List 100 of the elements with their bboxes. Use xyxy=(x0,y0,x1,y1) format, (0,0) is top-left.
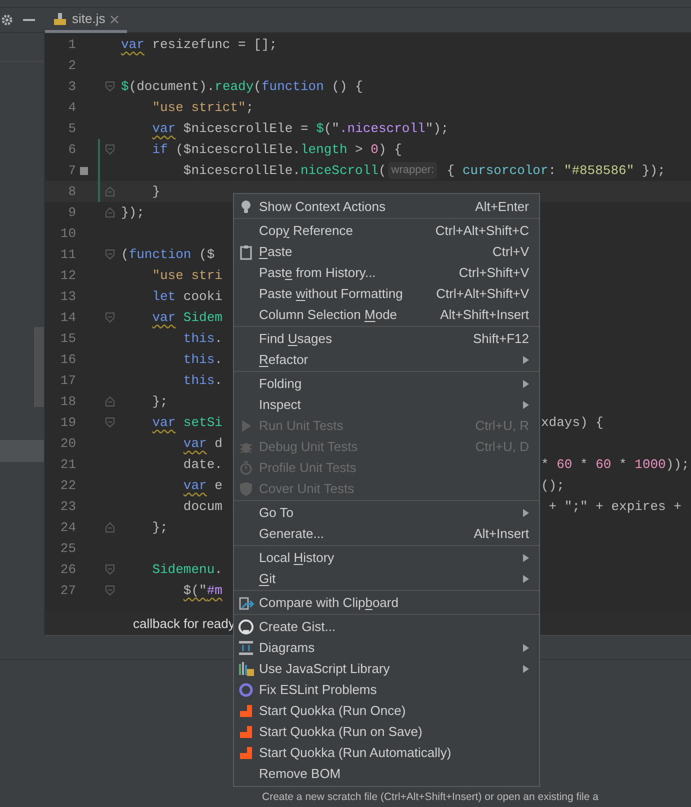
line-number: 15 xyxy=(59,330,76,348)
shortcut: Ctrl+Shift+V xyxy=(458,264,529,282)
code-line: this. xyxy=(182,372,222,390)
code-line: $(document).ready(function () { xyxy=(121,78,363,96)
code-line: } xyxy=(151,182,160,201)
code-line: let cooki xyxy=(151,288,222,306)
menu-item[interactable]: Inspect xyxy=(234,394,539,415)
close-icon[interactable] xyxy=(110,14,120,24)
line-number: 3 xyxy=(67,78,76,96)
code-line: "use strict"; xyxy=(151,98,254,117)
code-line: if ($nicescrollEle.length > 0) { xyxy=(151,140,402,159)
line-number: 8 xyxy=(67,182,76,201)
line-number: 7 xyxy=(67,162,76,180)
menu-item[interactable]: Start Quokka (Run Once) xyxy=(234,700,539,721)
menu-item[interactable]: Start Quokka (Run on Save) xyxy=(234,721,539,742)
menu-item[interactable]: Paste Ctrl+V xyxy=(234,241,539,262)
code-text: xdays) { xyxy=(541,414,604,432)
code-text: (); xyxy=(541,476,564,495)
menu-item[interactable]: Git xyxy=(234,568,539,589)
line-number: 11 xyxy=(59,246,76,264)
line-number: 23 xyxy=(59,498,76,516)
clipboard-icon xyxy=(238,244,254,260)
code-line: Sidemenu. xyxy=(151,560,222,579)
line-number: 20 xyxy=(59,434,76,453)
fold-icon[interactable] xyxy=(105,585,115,596)
fold-icon[interactable] xyxy=(105,564,115,575)
unfold-icon[interactable] xyxy=(105,522,115,533)
settings-icon[interactable] xyxy=(1,14,13,26)
line-number: 12 xyxy=(59,266,76,285)
step-block-icon xyxy=(238,702,254,718)
line-number: 10 xyxy=(59,224,76,243)
code-line: var resizefunc = []; xyxy=(121,36,278,54)
menu-item[interactable]: Diagrams xyxy=(234,637,539,658)
code-line: this. xyxy=(182,330,222,348)
menu-item[interactable]: Column Selection Mode Alt+Shift+Insert xyxy=(234,304,539,325)
code-line: }; xyxy=(151,392,168,411)
code-text: * 60 * 60 * 1000)); xyxy=(541,456,690,474)
fold-icon[interactable] xyxy=(105,312,115,323)
code-line: var setSi xyxy=(151,414,222,432)
shortcut: Ctrl+Alt+Shift+V xyxy=(436,284,529,303)
fold-icon[interactable] xyxy=(105,144,115,155)
status-text: Create a new scratch file (Ctrl+Alt+Shift+Insert) or open an existing file a xyxy=(262,790,598,806)
menu-item[interactable]: Fix ESLint Problems xyxy=(234,679,539,700)
code-line: this. xyxy=(182,350,222,369)
line-number: 13 xyxy=(59,288,76,306)
code-line: $nicescrollEle.niceScroll( xyxy=(182,162,386,180)
menu-item[interactable]: Folding xyxy=(234,373,539,394)
line-number: 5 xyxy=(67,120,76,138)
code-line: }); xyxy=(121,204,144,222)
panel-row-highlight xyxy=(0,440,44,462)
shortcut: Alt+Enter xyxy=(475,198,529,216)
menu-item[interactable]: Go To xyxy=(234,502,539,523)
line-number: 24 xyxy=(59,518,76,537)
code-line: }; xyxy=(151,518,168,537)
line-number: 19 xyxy=(59,414,76,432)
menu-item[interactable]: Find Usages Shift+F12 xyxy=(234,328,539,349)
line-number: 6 xyxy=(67,140,76,159)
fold-icon[interactable] xyxy=(105,249,115,260)
menu-item[interactable]: Paste from History... Ctrl+Shift+V xyxy=(234,262,539,283)
menu-item[interactable]: Create Gist... xyxy=(234,616,539,637)
diagram-icon xyxy=(238,640,254,656)
fold-icon[interactable] xyxy=(105,417,115,428)
menu-item[interactable]: Show Context Actions Alt+Enter xyxy=(234,196,539,217)
unfold-icon[interactable] xyxy=(105,207,115,218)
code-line: docum xyxy=(182,498,222,516)
menu-item[interactable]: Compare with Clipboard xyxy=(234,592,539,613)
menu-item[interactable]: Refactor xyxy=(234,349,539,370)
fold-icon[interactable] xyxy=(105,81,115,92)
code-line: var e xyxy=(182,476,222,495)
menu-item[interactable]: Use JavaScript Library xyxy=(234,658,539,679)
scrollbar-thumb[interactable] xyxy=(34,327,44,407)
unfold-icon[interactable] xyxy=(105,396,115,407)
parameter-hint: callback for ready xyxy=(133,614,235,633)
shortcut: Ctrl+V xyxy=(492,242,529,261)
ring-icon xyxy=(238,682,254,698)
menu-item[interactable]: Start Quokka (Run Automatically) xyxy=(234,742,539,763)
code-line: (function ($ xyxy=(121,246,215,264)
shortcut: Alt+Insert xyxy=(474,524,529,543)
menu-item[interactable]: Remove BOM xyxy=(234,763,539,784)
line-number: 25 xyxy=(59,540,76,558)
shortcut: Ctrl+Alt+Shift+C xyxy=(435,222,529,240)
menu-item[interactable]: Copy Reference Ctrl+Alt+Shift+C xyxy=(234,220,539,241)
step-block-icon xyxy=(238,724,254,740)
code-line: $("#m xyxy=(182,582,222,600)
line-number: 26 xyxy=(59,560,76,579)
stopwatch-icon xyxy=(238,460,254,476)
shortcut: Shift+F12 xyxy=(472,330,529,348)
line-number: 2 xyxy=(67,56,76,75)
code-text: + ";" + expires + xyxy=(548,498,682,516)
menu-item[interactable]: Paste without Formatting Ctrl+Alt+Shift+V xyxy=(234,283,539,304)
menu-item[interactable]: Generate... Alt+Insert xyxy=(234,523,539,544)
line-number: 21 xyxy=(59,456,76,474)
code-line: var $nicescrollEle = $(".nicescroll"); xyxy=(151,120,449,138)
code-line: var d xyxy=(182,434,222,453)
inlay-hint: wrapper: xyxy=(388,162,438,179)
shortcut: Alt+Shift+Insert xyxy=(440,306,529,324)
menu-item[interactable]: Local History xyxy=(234,547,539,568)
bookmark-marker[interactable] xyxy=(80,166,88,174)
line-number: 27 xyxy=(59,582,76,600)
unfold-icon[interactable] xyxy=(105,186,115,197)
